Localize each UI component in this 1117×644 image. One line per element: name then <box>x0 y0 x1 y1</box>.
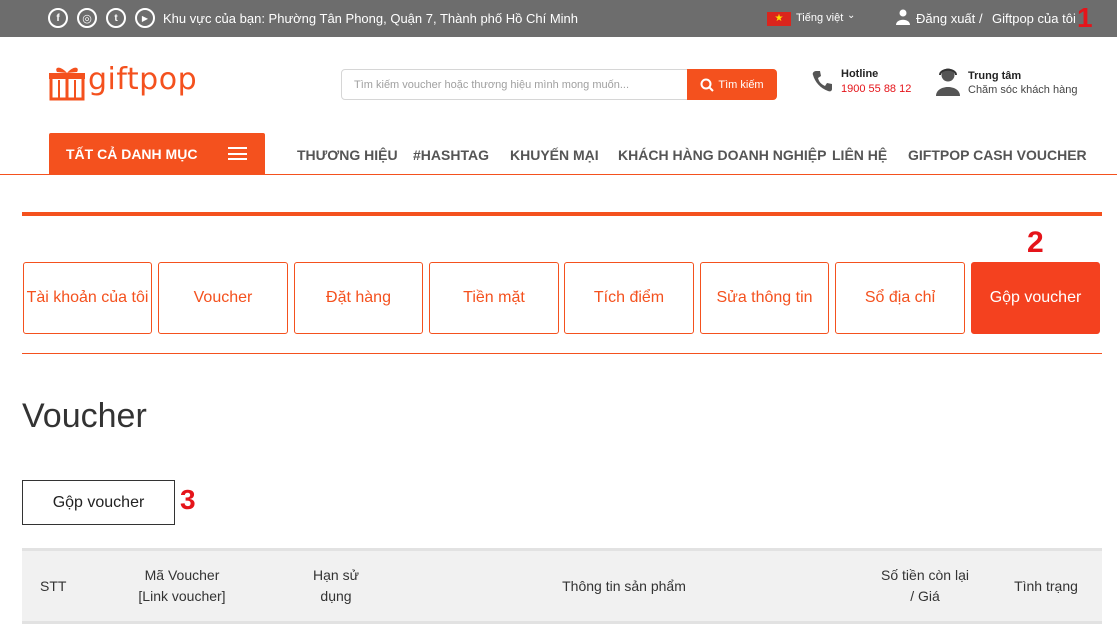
annotation-3: 3 <box>180 484 196 515</box>
tab-merge-voucher[interactable]: Gộp voucher <box>971 262 1100 334</box>
language-selector[interactable]: Tiếng việt <box>796 12 843 24</box>
facebook-icon[interactable]: f <box>48 8 68 28</box>
page-title: Voucher <box>22 397 147 435</box>
merge-voucher-button[interactable]: Gộp voucher <box>22 480 175 525</box>
tabs-divider <box>22 353 1102 354</box>
nav-promotions[interactable]: KHUYẾN MẠI <box>510 147 599 163</box>
tab-cash[interactable]: Tiền mặt <box>429 262 559 334</box>
gift-logo-icon[interactable] <box>48 63 88 103</box>
customer-care-title[interactable]: Trung tâm <box>968 70 1021 82</box>
customer-care-subtitle[interactable]: Chăm sóc khách hàng <box>968 84 1077 96</box>
annotation-1: 1 <box>1077 2 1093 33</box>
instagram-icon[interactable]: ◎ <box>77 8 97 28</box>
column-voucher-code-line1: Mã Voucher <box>144 567 220 583</box>
annotation-2: 2 <box>1027 226 1044 259</box>
region-text[interactable]: Khu vực của bạn: Phường Tân Phong, Quận … <box>163 11 578 26</box>
column-status: Tình trạng <box>1014 578 1078 594</box>
nav-hashtag[interactable]: #HASHTAG <box>413 147 489 163</box>
chevron-down-icon[interactable]: ⌄ <box>847 10 855 21</box>
hamburger-menu-icon <box>228 147 247 160</box>
nav-contact[interactable]: LIÊN HỆ <box>832 147 887 163</box>
tab-address-book[interactable]: Sổ địa chỉ <box>835 262 965 334</box>
column-remaining-line2: / Giá <box>910 588 940 604</box>
tab-voucher[interactable]: Voucher <box>158 262 288 334</box>
separator: / <box>979 11 983 26</box>
top-bar: f ◎ t ▶ Khu vực của bạn: Phường Tân Phon… <box>0 0 1117 37</box>
nav-brands[interactable]: THƯƠNG HIỆU <box>297 147 398 163</box>
column-expiry: Hạn sử dụng <box>296 565 376 607</box>
search-input[interactable] <box>341 69 688 100</box>
vietnam-flag-icon[interactable]: ★ <box>767 12 791 26</box>
tab-my-account[interactable]: Tài khoản của tôi <box>23 262 152 334</box>
nav-business-customers[interactable]: KHÁCH HÀNG DOANH NGHIỆP <box>618 147 826 163</box>
logout-link[interactable]: Đăng xuất <box>916 11 975 26</box>
column-product-info: Thông tin sản phẩm <box>562 578 686 594</box>
tab-orders[interactable]: Đặt hàng <box>294 262 423 334</box>
column-remaining-line1: Số tiền còn lại <box>881 567 969 583</box>
all-categories-button[interactable]: TẤT CẢ DANH MỤC <box>49 133 265 174</box>
customer-care-icon <box>936 68 960 96</box>
column-expiry-line2: dụng <box>320 588 352 604</box>
hotline-label: Hotline <box>841 68 879 80</box>
youtube-icon[interactable]: ▶ <box>135 8 155 28</box>
my-giftpop-link[interactable]: Giftpop của tôi <box>992 11 1076 26</box>
nav-divider <box>0 174 1117 175</box>
tab-points[interactable]: Tích điểm <box>564 262 694 334</box>
column-voucher-code: Mã Voucher [Link voucher] <box>122 565 242 607</box>
column-remaining-amount: Số tiền còn lại / Giá <box>865 565 985 607</box>
search-icon <box>700 78 715 92</box>
column-expiry-line1: Hạn sử <box>313 567 359 583</box>
search-button[interactable]: Tìm kiếm <box>687 69 777 100</box>
nav-cash-voucher[interactable]: GIFTPOP CASH VOUCHER <box>908 147 1087 163</box>
column-voucher-code-line2: [Link voucher] <box>138 588 226 604</box>
phone-icon <box>812 71 832 92</box>
tab-edit-info[interactable]: Sửa thông tin <box>700 262 829 334</box>
column-stt: STT <box>40 578 67 594</box>
twitter-icon[interactable]: t <box>106 8 126 28</box>
user-icon <box>896 9 910 25</box>
section-divider <box>22 212 1102 216</box>
hotline-number[interactable]: 1900 55 88 12 <box>841 83 911 95</box>
all-categories-label: TẤT CẢ DANH MỤC <box>66 145 198 162</box>
voucher-table-header: STT Mã Voucher [Link voucher] Hạn sử dụn… <box>22 548 1102 624</box>
logo-wordmark[interactable]: giftpop <box>88 62 197 97</box>
search-button-label: Tìm kiếm <box>718 78 764 91</box>
